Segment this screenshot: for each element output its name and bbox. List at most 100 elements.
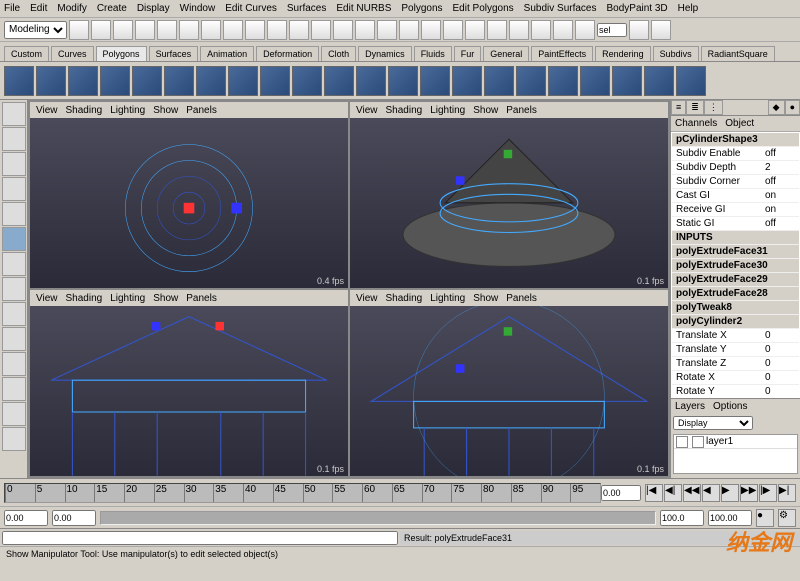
layout-four-icon[interactable] [2, 302, 26, 326]
menu-editnurbs[interactable]: Edit NURBS [336, 3, 391, 14]
anim-end-field[interactable] [708, 510, 752, 526]
chtab-icon[interactable]: ≡ [671, 100, 686, 115]
vp-panels[interactable]: Panels [186, 293, 217, 304]
render-icon[interactable] [509, 20, 529, 40]
lasso-tool-icon[interactable] [2, 127, 26, 151]
layer-list[interactable]: layer1 [673, 434, 798, 474]
attr-row[interactable]: Rotate Y0 [672, 385, 799, 398]
shelf-poly-icon[interactable] [388, 66, 418, 96]
menu-editpolygons[interactable]: Edit Polygons [453, 3, 514, 14]
vp-view[interactable]: View [36, 293, 58, 304]
shelf-poly-icon[interactable] [484, 66, 514, 96]
layer-display-select[interactable]: Display [673, 416, 753, 430]
vp-lighting[interactable]: Lighting [430, 105, 465, 116]
vp-show[interactable]: Show [473, 293, 498, 304]
menu-subdiv[interactable]: Subdiv Surfaces [524, 3, 597, 14]
tab-cloth[interactable]: Cloth [321, 46, 356, 61]
shelf-poly-icon[interactable] [260, 66, 290, 96]
attr-row[interactable]: Rotate X0 [672, 371, 799, 385]
shelf-poly-icon[interactable] [612, 66, 642, 96]
shelf-torus-icon[interactable] [164, 66, 194, 96]
vp-shading[interactable]: Shading [66, 293, 103, 304]
history-icon[interactable] [487, 20, 507, 40]
vp-show[interactable]: Show [473, 105, 498, 116]
tab-options[interactable]: Options [713, 401, 747, 412]
attr-row[interactable]: Subdiv Corneroff [672, 175, 799, 189]
viewport-front[interactable]: View Shading Lighting Show Panels 0.1 fp… [30, 290, 348, 476]
input-node[interactable]: polyCylinder2 [672, 315, 799, 329]
vp-lighting[interactable]: Lighting [430, 293, 465, 304]
layout-icon[interactable] [2, 377, 26, 401]
current-time-field[interactable] [601, 485, 641, 501]
toolbar-icon[interactable] [157, 20, 177, 40]
menu-bodypaint[interactable]: BodyPaint 3D [607, 3, 668, 14]
anim-start-field[interactable] [4, 510, 48, 526]
autokey-icon[interactable]: ● [756, 509, 774, 527]
vp-panels[interactable]: Panels [506, 293, 537, 304]
tab-fluids[interactable]: Fluids [414, 46, 452, 61]
snap-icon[interactable] [399, 20, 419, 40]
snap-icon[interactable] [421, 20, 441, 40]
vp-lighting[interactable]: Lighting [110, 105, 145, 116]
attr-row[interactable]: Cast GIon [672, 189, 799, 203]
tab-animation[interactable]: Animation [200, 46, 254, 61]
tab-layers[interactable]: Layers [675, 401, 705, 412]
toolbar-icon[interactable] [311, 20, 331, 40]
magnet-icon[interactable] [465, 20, 485, 40]
attr-row[interactable]: Translate Y0 [672, 343, 799, 357]
input-node[interactable]: polyExtrudeFace30 [672, 259, 799, 273]
toolbar-icon[interactable] [245, 20, 265, 40]
shelf-ipt-icon[interactable] [676, 66, 706, 96]
tab-object[interactable]: Object [725, 118, 754, 129]
menu-create[interactable]: Create [97, 3, 127, 14]
viewport-canvas[interactable]: 0.1 fps [350, 118, 668, 288]
input-node[interactable]: polyExtrudeFace29 [672, 273, 799, 287]
shelf-poly-icon[interactable] [548, 66, 578, 96]
layout-icon[interactable] [2, 427, 26, 451]
chtab-icon[interactable]: ● [785, 100, 800, 115]
viewport-canvas[interactable]: 0.4 fps [30, 118, 348, 288]
toolbar-icon[interactable] [69, 20, 89, 40]
shelf-poly-icon[interactable] [420, 66, 450, 96]
attr-row[interactable]: Subdiv Enableoff [672, 147, 799, 161]
tab-rendering[interactable]: Rendering [595, 46, 651, 61]
tab-painteffects[interactable]: PaintEffects [531, 46, 593, 61]
viewport-persp[interactable]: View Shading Lighting Show Panels 0.1 fp… [350, 102, 668, 288]
tab-surfaces[interactable]: Surfaces [149, 46, 199, 61]
tab-channels[interactable]: Channels [675, 118, 717, 129]
tab-radiant[interactable]: RadiantSquare [701, 46, 775, 61]
layout-single-icon[interactable] [2, 277, 26, 301]
render-icon[interactable] [531, 20, 551, 40]
range-start-field[interactable] [52, 510, 96, 526]
toolbar-icon[interactable] [201, 20, 221, 40]
chtab-icon[interactable]: ⋮ [704, 100, 723, 115]
shelf-poly-icon[interactable] [324, 66, 354, 96]
scale-tool-icon[interactable] [2, 202, 26, 226]
vp-show[interactable]: Show [153, 105, 178, 116]
shelf-poly-icon[interactable] [196, 66, 226, 96]
tab-curves[interactable]: Curves [51, 46, 94, 61]
viewport-side[interactable]: View Shading Lighting Show Panels 0.1 fp… [350, 290, 668, 476]
attr-row[interactable]: Translate Z0 [672, 357, 799, 371]
menu-edit[interactable]: Edit [30, 3, 47, 14]
tab-custom[interactable]: Custom [4, 46, 49, 61]
rotate-tool-icon[interactable] [2, 177, 26, 201]
mode-selector[interactable]: Modeling [4, 21, 67, 39]
viewport-canvas[interactable]: 0.1 fps [350, 306, 668, 476]
toolbar-icon[interactable] [113, 20, 133, 40]
layout-icon[interactable] [2, 327, 26, 351]
tab-general[interactable]: General [483, 46, 529, 61]
softmod-tool-icon[interactable] [2, 252, 26, 276]
viewport-canvas[interactable]: 0.1 fps [30, 306, 348, 476]
forward-end-icon[interactable]: ▶| [778, 484, 796, 502]
tab-polygons[interactable]: Polygons [96, 46, 147, 61]
toolbar-icon[interactable] [651, 20, 671, 40]
shelf-poly-icon[interactable] [292, 66, 322, 96]
vp-shading[interactable]: Shading [386, 105, 423, 116]
tab-deformation[interactable]: Deformation [256, 46, 319, 61]
vp-panels[interactable]: Panels [506, 105, 537, 116]
toolbar-icon[interactable] [91, 20, 111, 40]
vp-view[interactable]: View [36, 105, 58, 116]
snap-icon[interactable] [377, 20, 397, 40]
vp-lighting[interactable]: Lighting [110, 293, 145, 304]
